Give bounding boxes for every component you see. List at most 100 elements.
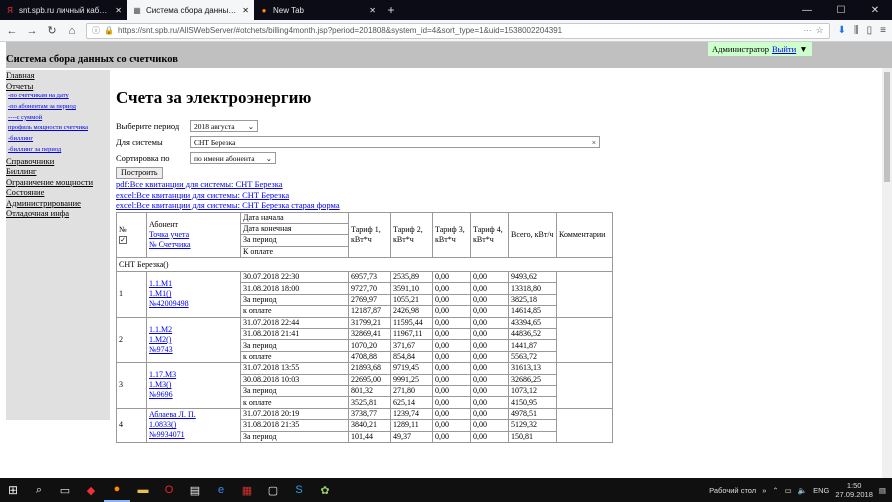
tab-close-icon[interactable]: ✕ (115, 6, 122, 15)
maximize-icon[interactable]: ☐ (824, 0, 858, 20)
export-link[interactable]: excel:Все квитанции для системы: СНТ Бер… (116, 190, 816, 201)
subscriber-link[interactable]: 1.1.М1 (149, 279, 238, 289)
sidebar-item[interactable]: -биллинг за период (6, 145, 110, 156)
tab-close-icon[interactable]: ✕ (369, 6, 376, 15)
address-bar[interactable]: ⓘ 🔒 https://snt.spb.ru/AllSWebServer/#ot… (86, 22, 830, 39)
app-window-icon[interactable]: ▢ (260, 478, 286, 502)
desktop-label[interactable]: Рабочий стол (709, 486, 756, 495)
sidebar-item[interactable]: -по абонентам за период (6, 102, 110, 113)
subscriber-link[interactable]: 1.М2() (149, 335, 238, 345)
clock[interactable]: 1:50 27.09.2018 (835, 481, 873, 499)
bookmark-star-icon[interactable]: ☆ (816, 25, 824, 36)
close-window-icon[interactable]: ✕ (858, 0, 892, 20)
sidebar-item[interactable]: ----с суммой (6, 113, 110, 124)
url-text[interactable]: https://snt.spb.ru/AllSWebServer/#otchet… (118, 26, 800, 35)
subscriber-link[interactable]: №42009498 (149, 299, 238, 309)
store-icon[interactable]: ▤ (182, 478, 208, 502)
skype-icon[interactable]: S (286, 478, 312, 502)
browser-tab[interactable]: ▦ Система сбора данных со счетч...✕ (127, 0, 254, 20)
opera-icon[interactable]: O (156, 478, 182, 502)
period-select[interactable]: 2018 августа ⌄ (190, 120, 258, 132)
header-t2-text: Тариф 2, кВт*ч (393, 224, 423, 244)
app-calendar-icon[interactable]: ▦ (234, 478, 260, 502)
sidebar-item[interactable]: профиль мощности счетчика (6, 123, 110, 134)
subscriber-link[interactable]: 1.17.М3 (149, 370, 238, 380)
user-name: Администратор (712, 44, 769, 54)
firefox-icon[interactable]: ● (104, 478, 130, 502)
sidebar-item[interactable]: Справочники (6, 156, 110, 167)
download-icon[interactable]: ⬇ (838, 25, 846, 36)
sidebar-item[interactable]: Отчеты (6, 81, 110, 92)
row-date: 31.08.2018 21:35 (240, 419, 349, 432)
build-button[interactable]: Построить (116, 167, 163, 179)
sidebar-item[interactable]: Главная (6, 70, 110, 81)
triangle-down-icon[interactable]: ▼ (799, 44, 807, 54)
row-value: 0,00 (470, 316, 509, 330)
subscriber-link[interactable]: №9696 (149, 390, 238, 400)
file-explorer-icon[interactable]: ▬ (130, 478, 156, 502)
forward-icon[interactable]: → (26, 25, 38, 37)
header-total: Всего, кВт/ч (508, 211, 557, 259)
subscriber-link[interactable]: 1.М3() (149, 380, 238, 390)
export-link[interactable]: excel:Все квитанции для системы: СНТ Бер… (116, 200, 816, 211)
group-name: СНТ Березка() (116, 257, 613, 273)
subscriber-link[interactable]: 1.М1() (149, 289, 238, 299)
network-icon[interactable]: ▭ (785, 486, 792, 495)
export-link[interactable]: pdf:Все квитанции для системы: СНТ Берез… (116, 179, 816, 190)
subscriber-link[interactable]: №9743 (149, 345, 238, 355)
row-comment (556, 316, 613, 364)
browser-tab[interactable]: ● New Tab ✕ (254, 0, 381, 20)
browser-tab[interactable]: Яsnt.spb.ru личный кабинет — ... ✕ (0, 0, 127, 20)
sort-select[interactable]: по имени абонента ⌄ (190, 152, 276, 164)
row-date: 30.08.2018 10:03 (240, 373, 349, 386)
row-value: 0,00 (432, 396, 471, 409)
tray-chevron-icon[interactable]: » (762, 486, 766, 495)
app-red-icon[interactable]: ◆ (78, 478, 104, 502)
sidebar-item[interactable]: Администрирование (6, 198, 110, 209)
sidebar-toggle-icon[interactable]: ▯ (867, 25, 873, 36)
header-t1-text: Тариф 1, кВт*ч (351, 224, 381, 244)
row-value: 4978,51 (508, 407, 557, 421)
scrollbar-thumb[interactable] (884, 72, 890, 182)
sidebar-item[interactable]: Биллинг (6, 166, 110, 177)
sidebar-item[interactable]: Отладочная инфа (6, 208, 110, 219)
subscriber-link[interactable]: №9934071 (149, 430, 238, 440)
minimize-icon[interactable]: — (790, 0, 824, 20)
tab-close-icon[interactable]: ✕ (242, 6, 249, 15)
home-icon[interactable]: ⌂ (66, 25, 78, 37)
volume-icon[interactable]: 🔈 (798, 486, 807, 495)
tray-up-icon[interactable]: ⌃ (772, 486, 778, 495)
row-date: к оплате (240, 350, 349, 364)
library-icon[interactable]: ⫼ (854, 25, 859, 36)
back-icon[interactable]: ← (6, 25, 18, 37)
page-actions-icon[interactable]: ··· (804, 26, 812, 35)
sidebar-item[interactable]: Ограничение мощности (6, 177, 110, 188)
system-input[interactable]: СНТ Березка × (190, 136, 600, 148)
sidebar-item[interactable]: -по счетчикам на дату (6, 91, 110, 102)
row-value: 0,00 (470, 305, 509, 318)
clear-icon[interactable]: × (592, 138, 596, 147)
search-icon[interactable]: ⌕ (26, 478, 52, 502)
subscriber-link[interactable]: Аблаева Л. П. (149, 410, 238, 420)
sidebar-item[interactable]: Состояние (6, 187, 110, 198)
select-all-checkbox[interactable]: ✓ (119, 235, 127, 244)
sort-meter-link[interactable]: № Счетчика (149, 240, 238, 250)
info-icon[interactable]: ⓘ (92, 25, 100, 36)
sidebar-item[interactable]: -биллинг (6, 134, 110, 145)
logout-link[interactable]: Выйти (772, 44, 796, 54)
row-value: 0,00 (432, 293, 471, 307)
notifications-icon[interactable]: ▤ (879, 486, 886, 495)
language-indicator[interactable]: ENG (813, 486, 829, 495)
reload-icon[interactable]: ↻ (46, 24, 58, 37)
sort-account-point-link[interactable]: Точка учета (149, 230, 238, 240)
app-palette-icon[interactable]: ✿ (312, 478, 338, 502)
subscriber-link[interactable]: 1.0833() (149, 420, 238, 430)
page-scrollbar[interactable] (882, 68, 892, 478)
menu-icon[interactable]: ≡ (880, 25, 886, 36)
edge-icon[interactable]: e (208, 478, 234, 502)
task-view-icon[interactable]: ▭ (52, 478, 78, 502)
row-value: 0,00 (432, 271, 471, 284)
new-tab-button[interactable]: + (381, 0, 401, 20)
windows-start-icon[interactable]: ⊞ (0, 478, 26, 502)
subscriber-link[interactable]: 1.1.М2 (149, 325, 238, 335)
